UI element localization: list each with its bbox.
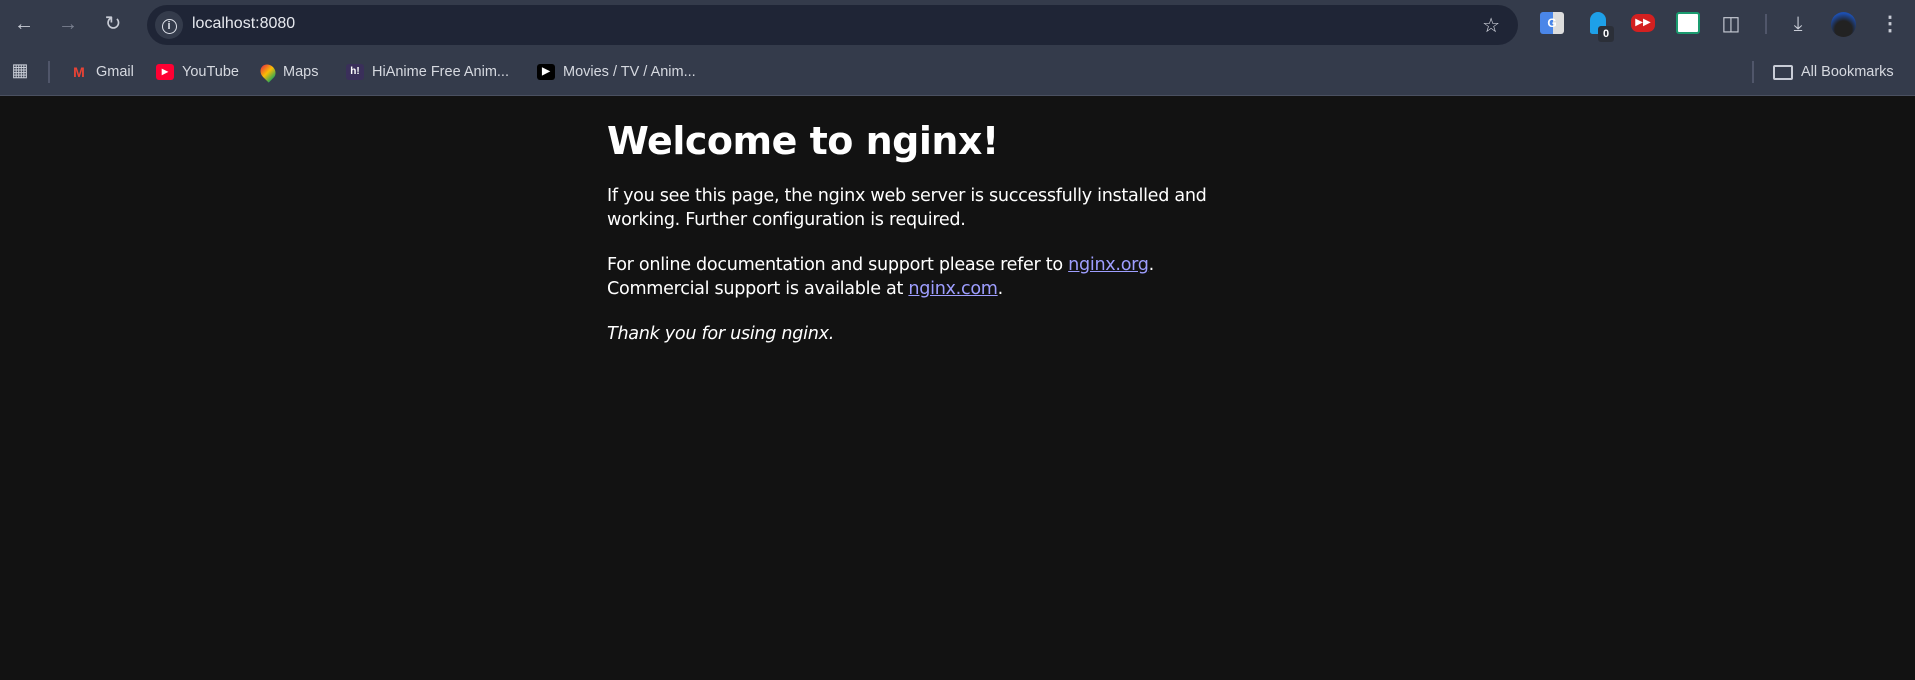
- bookmark-youtube[interactable]: ▶ YouTube: [156, 60, 239, 84]
- punct: .: [997, 279, 1004, 300]
- docs-text: For online documentation and support ple…: [607, 254, 1069, 275]
- mail-extension-icon[interactable]: [1676, 12, 1700, 34]
- bookmark-star-icon[interactable]: ☆: [1482, 13, 1500, 38]
- bookmark-maps[interactable]: Maps: [257, 60, 319, 84]
- youtube-fast-forward-icon[interactable]: ▶▶: [1631, 14, 1655, 32]
- bookmarks-divider-right: [1752, 61, 1754, 83]
- site-info-icon[interactable]: i: [155, 11, 183, 39]
- bookmarks-divider: [48, 61, 50, 83]
- google-translate-icon[interactable]: G: [1540, 12, 1564, 34]
- all-bookmarks-label: All Bookmarks: [1801, 64, 1894, 80]
- menu-kebab-icon[interactable]: ⋮: [1876, 12, 1904, 36]
- profile-avatar[interactable]: [1831, 12, 1856, 37]
- browser-toolbar: ← → ↻ i localhost:8080 ☆ G 0 ▶▶ ◫ ⤓ ⋮: [0, 0, 1915, 48]
- reload-icon[interactable]: ↻: [99, 12, 127, 36]
- address-bar[interactable]: i localhost:8080 ☆: [147, 5, 1518, 45]
- youtube-icon: ▶: [156, 64, 174, 80]
- play-icon: ▶: [537, 64, 555, 80]
- all-bookmarks[interactable]: All Bookmarks: [1773, 60, 1894, 84]
- nginx-org-link[interactable]: nginx.org: [1068, 255, 1149, 275]
- gmail-icon: M: [73, 64, 85, 80]
- back-icon[interactable]: ←: [10, 12, 38, 36]
- toolbar-divider: [1765, 14, 1767, 34]
- extensions-puzzle-icon[interactable]: ◫: [1717, 12, 1745, 36]
- bookmark-movies[interactable]: ▶ Movies / TV / Anim...: [537, 60, 696, 84]
- bookmark-gmail[interactable]: M Gmail: [70, 60, 134, 84]
- hianime-icon: h!: [346, 64, 364, 80]
- apps-grid-icon[interactable]: ▦: [6, 58, 34, 82]
- punct: .: [1148, 254, 1155, 275]
- maps-pin-icon: [257, 61, 279, 83]
- bookmark-label: Gmail: [96, 64, 134, 80]
- bookmark-hianime[interactable]: h! HiAnime Free Anim...: [346, 60, 509, 84]
- bookmark-label: YouTube: [182, 64, 239, 80]
- commercial-text: Commercial support is available at: [607, 279, 909, 300]
- bookmark-label: HiAnime Free Anim...: [372, 64, 509, 80]
- thanks-paragraph: Thank you for using nginx.: [607, 322, 1267, 346]
- folder-icon: [1773, 64, 1793, 80]
- page-content: Welcome to nginx! If you see this page, …: [607, 118, 1267, 346]
- page-title: Welcome to nginx!: [607, 119, 999, 163]
- extension-badge: 0: [1598, 26, 1614, 42]
- url-text[interactable]: localhost:8080: [192, 15, 295, 33]
- forward-icon[interactable]: →: [54, 12, 82, 36]
- thanks-text: Thank you for using nginx.: [607, 323, 834, 344]
- nginx-com-link[interactable]: nginx.com: [908, 279, 998, 299]
- bookmark-label: Movies / TV / Anim...: [563, 64, 696, 80]
- docs-paragraph: For online documentation and support ple…: [607, 253, 1267, 302]
- download-icon[interactable]: ⤓: [1784, 12, 1812, 36]
- intro-paragraph: If you see this page, the nginx web serv…: [607, 186, 1207, 231]
- bookmark-label: Maps: [283, 64, 319, 80]
